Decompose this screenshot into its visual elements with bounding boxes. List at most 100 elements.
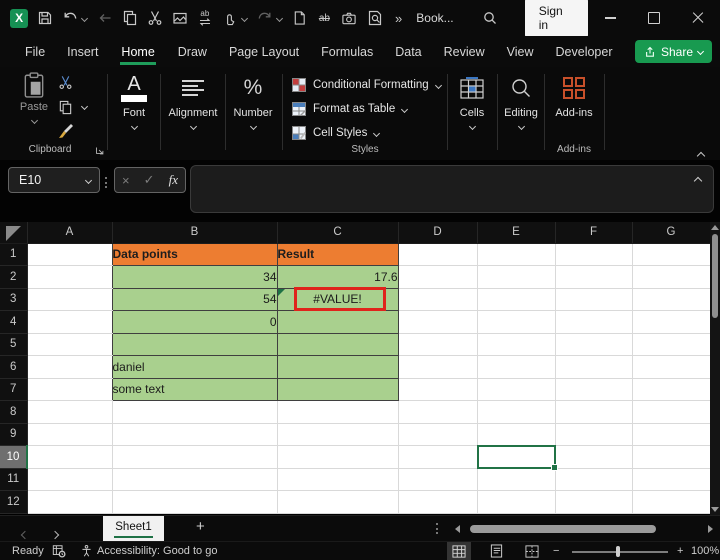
row-header-7[interactable]: 7 xyxy=(0,378,27,401)
zoom-out-button[interactable]: − xyxy=(553,542,559,560)
cell-B7[interactable]: some text xyxy=(112,378,277,401)
cell-E11[interactable] xyxy=(477,468,555,491)
cell-B3[interactable]: 54 xyxy=(112,288,277,311)
cell-G9[interactable] xyxy=(632,423,710,446)
cell-D4[interactable] xyxy=(398,311,477,334)
cell-E9[interactable] xyxy=(477,423,555,446)
cell-C10[interactable] xyxy=(277,446,398,469)
tab-view[interactable]: View xyxy=(496,36,545,67)
accessibility-status[interactable]: Accessibility: Good to go xyxy=(97,542,217,560)
cell-D3[interactable] xyxy=(398,288,477,311)
page-layout-view-button[interactable] xyxy=(484,542,508,560)
cell-D5[interactable] xyxy=(398,333,477,356)
cell-E1[interactable] xyxy=(477,243,555,266)
more-commands-icon[interactable]: » xyxy=(395,11,402,26)
cell-G6[interactable] xyxy=(632,356,710,379)
copy-dropdown-icon[interactable] xyxy=(82,104,87,109)
cell-F10[interactable] xyxy=(555,446,632,469)
format-as-table-button[interactable]: Format as Table xyxy=(292,99,407,119)
zoom-slider-track[interactable] xyxy=(572,551,668,553)
cell-styles-button[interactable]: Cell Styles xyxy=(292,123,379,143)
cell-C12[interactable] xyxy=(277,491,398,514)
normal-view-button[interactable] xyxy=(447,542,471,560)
scroll-down-icon[interactable] xyxy=(711,507,719,512)
vertical-scroll-thumb[interactable] xyxy=(712,234,718,318)
draw-dropdown-icon[interactable] xyxy=(242,0,252,36)
cell-B12[interactable] xyxy=(112,491,277,514)
number-group-button[interactable]: % Number xyxy=(226,71,280,129)
cell-G3[interactable] xyxy=(632,288,710,311)
save-icon[interactable] xyxy=(32,0,57,36)
scroll-right-icon[interactable] xyxy=(708,525,713,533)
undo-dropdown-icon[interactable] xyxy=(82,0,92,36)
horizontal-scroll-thumb[interactable] xyxy=(470,525,656,533)
cell-E10-selected[interactable] xyxy=(477,446,555,469)
cell-F9[interactable] xyxy=(555,423,632,446)
cell-C1[interactable]: Result xyxy=(277,243,398,266)
accessibility-icon[interactable] xyxy=(80,542,93,560)
cell-C7[interactable] xyxy=(277,378,398,401)
cell-A11[interactable] xyxy=(27,468,112,491)
tab-file[interactable]: File xyxy=(14,36,56,67)
sign-in-button[interactable]: Sign in xyxy=(525,0,588,37)
cell-B4[interactable]: 0 xyxy=(112,311,277,334)
cell-E5[interactable] xyxy=(477,333,555,356)
row-header-6[interactable]: 6 xyxy=(0,356,27,379)
cell-G2[interactable] xyxy=(632,266,710,289)
share-button[interactable]: Share xyxy=(635,40,712,63)
editing-group-button[interactable]: Editing xyxy=(494,71,548,129)
cell-C6[interactable] xyxy=(277,356,398,379)
cell-F2[interactable] xyxy=(555,266,632,289)
cell-B6[interactable]: daniel xyxy=(112,356,277,379)
cell-C5[interactable] xyxy=(277,333,398,356)
cell-G1[interactable] xyxy=(632,243,710,266)
cell-B1[interactable]: Data points xyxy=(112,243,277,266)
cell-F6[interactable] xyxy=(555,356,632,379)
tab-draw[interactable]: Draw xyxy=(167,36,218,67)
horizontal-scrollbar[interactable] xyxy=(455,524,713,534)
cell-C4[interactable] xyxy=(277,311,398,334)
cell-D9[interactable] xyxy=(398,423,477,446)
column-header-D[interactable]: D xyxy=(398,222,477,243)
cell-D11[interactable] xyxy=(398,468,477,491)
cell-E8[interactable] xyxy=(477,401,555,424)
row-header-4[interactable]: 4 xyxy=(0,311,27,334)
cell-F7[interactable] xyxy=(555,378,632,401)
cell-A6[interactable] xyxy=(27,356,112,379)
column-header-G[interactable]: G xyxy=(632,222,710,243)
row-header-12[interactable]: 12 xyxy=(0,491,27,514)
cancel-icon[interactable]: × xyxy=(122,173,130,188)
cell-C3[interactable]: #VALUE! xyxy=(277,288,398,311)
cut-button[interactable] xyxy=(58,75,73,90)
cell-G10[interactable] xyxy=(632,446,710,469)
draw-touch-icon[interactable] xyxy=(217,0,242,36)
cell-C11[interactable] xyxy=(277,468,398,491)
alignment-group-button[interactable]: Alignment xyxy=(166,71,220,129)
cell-E12[interactable] xyxy=(477,491,555,514)
format-painter-button[interactable] xyxy=(58,123,74,139)
cell-D10[interactable] xyxy=(398,446,477,469)
cell-B11[interactable] xyxy=(112,468,277,491)
fill-handle[interactable] xyxy=(551,464,558,471)
cell-D8[interactable] xyxy=(398,401,477,424)
new-file-icon[interactable] xyxy=(287,0,312,36)
edit-picture-icon[interactable] xyxy=(167,0,192,36)
select-all-corner[interactable] xyxy=(0,222,27,243)
zoom-level[interactable]: 100% xyxy=(691,542,719,560)
sheet-tab-sheet1[interactable]: Sheet1 xyxy=(103,516,164,541)
cell-F5[interactable] xyxy=(555,333,632,356)
cell-E3[interactable] xyxy=(477,288,555,311)
insert-function-button[interactable]: fx xyxy=(169,172,178,188)
minimize-button[interactable] xyxy=(588,0,632,36)
maximize-button[interactable] xyxy=(632,0,676,36)
cell-A7[interactable] xyxy=(27,378,112,401)
scroll-up-icon[interactable] xyxy=(711,225,719,230)
tab-review[interactable]: Review xyxy=(433,36,496,67)
cell-F11[interactable] xyxy=(555,468,632,491)
cell-A8[interactable] xyxy=(27,401,112,424)
tab-developer[interactable]: Developer xyxy=(545,36,624,67)
cell-G8[interactable] xyxy=(632,401,710,424)
row-header-3[interactable]: 3 xyxy=(0,288,27,311)
page-break-view-button[interactable] xyxy=(520,542,544,560)
cut-icon[interactable] xyxy=(142,0,167,36)
